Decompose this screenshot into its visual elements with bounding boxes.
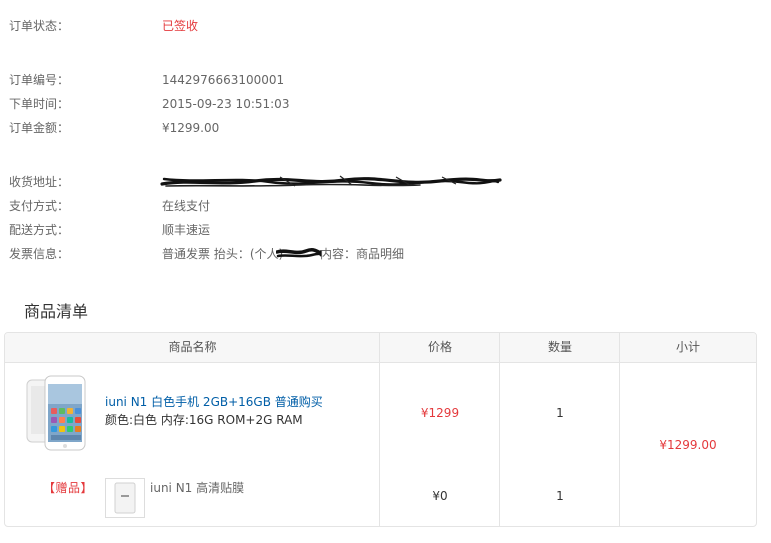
order-status-label: 订单状态： xyxy=(9,19,70,33)
order-subtotal: ¥1299.00 xyxy=(659,438,717,452)
invoice-suffix: 内容：商品明细 xyxy=(320,247,405,261)
product-spec: 颜色:白色 内存:16G ROM+2G RAM xyxy=(105,413,303,427)
header-subtotal: 小计 xyxy=(675,340,700,354)
payment-label: 支付方式： xyxy=(9,199,70,213)
header-product-name: 商品名称 xyxy=(168,340,217,354)
screen-film-image[interactable] xyxy=(105,478,145,518)
product-quantity: 1 xyxy=(556,406,564,420)
gift-name[interactable]: iuni N1 高清贴膜 xyxy=(150,480,244,496)
product-price: ¥1299 xyxy=(420,406,460,420)
goods-table: 商品名称 价格 数量 小计 iuni N1 白色手机 2GB+16GB 普通购买… xyxy=(4,332,757,527)
goods-table-header: 商品名称 价格 数量 小计 xyxy=(5,333,756,363)
payment-value: 在线支付 xyxy=(162,199,211,213)
address-label: 收货地址： xyxy=(9,175,70,189)
invoice-prefix: 普通发票 抬头：(个人) xyxy=(162,247,284,261)
order-status-value: 已签收 xyxy=(162,19,199,33)
phone-product-image[interactable] xyxy=(25,374,89,452)
order-time-label: 下单时间： xyxy=(9,97,70,111)
gift-quantity: 1 xyxy=(556,489,564,503)
order-time-value: 2015-09-23 10:51:03 xyxy=(162,97,290,111)
gift-price: ¥0 xyxy=(432,489,448,503)
invoice-redaction-scribble xyxy=(276,248,322,258)
phone-icon xyxy=(26,375,86,451)
address-redaction-scribble xyxy=(160,175,502,187)
shipping-label: 配送方式： xyxy=(9,223,70,237)
order-amount-label: 订单金额： xyxy=(9,121,70,135)
gift-badge: 【赠品】 xyxy=(43,481,94,495)
header-price: 价格 xyxy=(427,340,452,354)
goods-section-title: 商品清单 xyxy=(24,302,89,321)
header-quantity: 数量 xyxy=(547,340,572,354)
shipping-value: 顺丰速运 xyxy=(162,223,211,237)
invoice-label: 发票信息： xyxy=(9,247,70,261)
order-number-value: 1442976663100001 xyxy=(162,73,285,87)
product-name-link[interactable]: iuni N1 白色手机 2GB+16GB 普通购买 xyxy=(105,394,323,410)
order-number-label: 订单编号： xyxy=(9,73,70,87)
order-amount-value: ¥1299.00 xyxy=(162,121,220,135)
screen-film-icon xyxy=(114,482,136,514)
